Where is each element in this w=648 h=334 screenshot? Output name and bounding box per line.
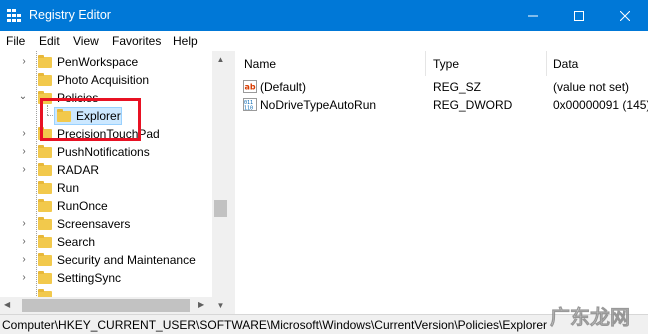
scroll-left-icon[interactable]: ◀ [4,300,10,309]
folder-icon [38,271,52,284]
tree-vertical-scrollbar[interactable]: ▲ ▼ [212,51,229,314]
value-row[interactable]: 011 110 NoDriveTypeAutoRun REG_DWORD 0x0… [235,96,648,114]
tree-item-label: RADAR [57,163,100,177]
tree-item-screensavers[interactable]: › Screensavers [0,215,212,233]
tree-item-label: PushNotifications [57,145,150,159]
folder-icon [38,181,52,194]
tree-item-radar[interactable]: › RADAR [0,161,212,179]
scroll-thumb[interactable] [214,200,227,217]
chevron-right-icon[interactable]: › [19,255,29,265]
folder-icon [38,253,52,266]
column-separator[interactable] [546,51,547,76]
minimize-button[interactable] [510,0,556,31]
window-title: Registry Editor [29,8,111,22]
menu-edit[interactable]: Edit [39,34,60,48]
close-button[interactable] [602,0,648,31]
value-name: NoDriveTypeAutoRun [260,98,377,112]
values-list[interactable]: Name Type Data ab (Default) REG_SZ (valu… [235,51,648,314]
value-type: REG_SZ [433,80,482,94]
binary-value-icon: 011 110 [243,98,257,111]
maximize-button[interactable] [556,0,602,31]
chevron-right-icon[interactable]: › [19,147,29,157]
tree-item-label: Search [57,235,96,249]
chevron-right-icon[interactable]: › [19,129,29,139]
column-header-type[interactable]: Type [433,51,459,76]
scroll-down-icon[interactable]: ▼ [212,297,229,314]
chevron-right-icon[interactable]: › [19,165,29,175]
tree-item-label: Security and Maintenance [57,253,196,267]
chevron-right-icon[interactable]: › [19,237,29,247]
tree-item-search[interactable]: › Search [0,233,212,251]
folder-icon [38,217,52,230]
watermark-logo: 广东龙网 [550,305,631,330]
tree-item-label: Run [57,181,80,195]
registry-icon [7,9,21,22]
svg-text:ab: ab [245,83,256,92]
menu-favorites[interactable]: Favorites [112,34,161,48]
tree-item-settingsync[interactable]: › SettingSync [0,269,212,287]
tree-item-label: PenWorkspace [57,55,139,69]
close-icon [620,10,630,21]
tree-item-label: RunOnce [57,199,108,213]
chevron-down-icon[interactable]: ⌄ [18,92,28,102]
column-separator[interactable] [425,51,426,76]
menu-view[interactable]: View [73,34,99,48]
tree-item-run[interactable]: Run [0,179,212,197]
svg-text:广东龙网: 广东龙网 [550,305,630,329]
minimize-icon [528,15,538,16]
folder-icon [38,55,52,68]
scroll-thumb[interactable] [22,299,190,312]
value-name: (Default) [260,80,307,94]
tree-horizontal-scrollbar[interactable]: ◀ ▶ [0,297,212,314]
folder-icon [38,73,52,86]
tree-item-security-and-maintenance[interactable]: › Security and Maintenance [0,251,212,269]
chevron-right-icon[interactable]: › [19,57,29,67]
tree-item-label: Screensavers [57,217,131,231]
value-data: (value not set) [553,80,630,94]
tree-item-label: SettingSync [57,271,122,285]
value-type: REG_DWORD [433,98,513,112]
tree-item-pushnotifications[interactable]: › PushNotifications [0,143,212,161]
tree-item-label: Photo Acquisition [57,73,150,87]
string-value-icon: ab [243,80,257,93]
tree-item-runonce[interactable]: RunOnce [0,197,212,215]
tree-item-photo-acquisition[interactable]: Photo Acquisition [0,71,212,89]
scroll-right-icon[interactable]: ▶ [198,300,204,309]
status-path: Computer\HKEY_CURRENT_USER\SOFTWARE\Micr… [2,318,548,332]
key-tree[interactable]: › PenWorkspace Photo Acquisition ⌄ Polic… [0,51,229,314]
svg-text:110: 110 [244,106,253,112]
folder-icon [38,235,52,248]
title-bar[interactable]: Registry Editor [0,0,648,31]
annotation-highlight-box [40,98,141,141]
value-data: 0x00000091 (145) [553,98,648,112]
value-row[interactable]: ab (Default) REG_SZ (value not set) [235,78,648,96]
column-header-data[interactable]: Data [553,51,578,76]
folder-icon [38,145,52,158]
tree-item-penworkspace[interactable]: › PenWorkspace [0,53,212,71]
menu-file[interactable]: File [6,34,25,48]
maximize-icon [574,10,584,21]
menu-bar: File Edit View Favorites Help [0,31,648,51]
column-header-name[interactable]: Name [244,51,276,76]
chevron-right-icon[interactable]: › [19,273,29,283]
folder-icon [38,163,52,176]
folder-icon [38,199,52,212]
chevron-right-icon[interactable]: › [19,219,29,229]
menu-help[interactable]: Help [173,34,198,48]
scroll-up-icon[interactable]: ▲ [212,51,229,68]
